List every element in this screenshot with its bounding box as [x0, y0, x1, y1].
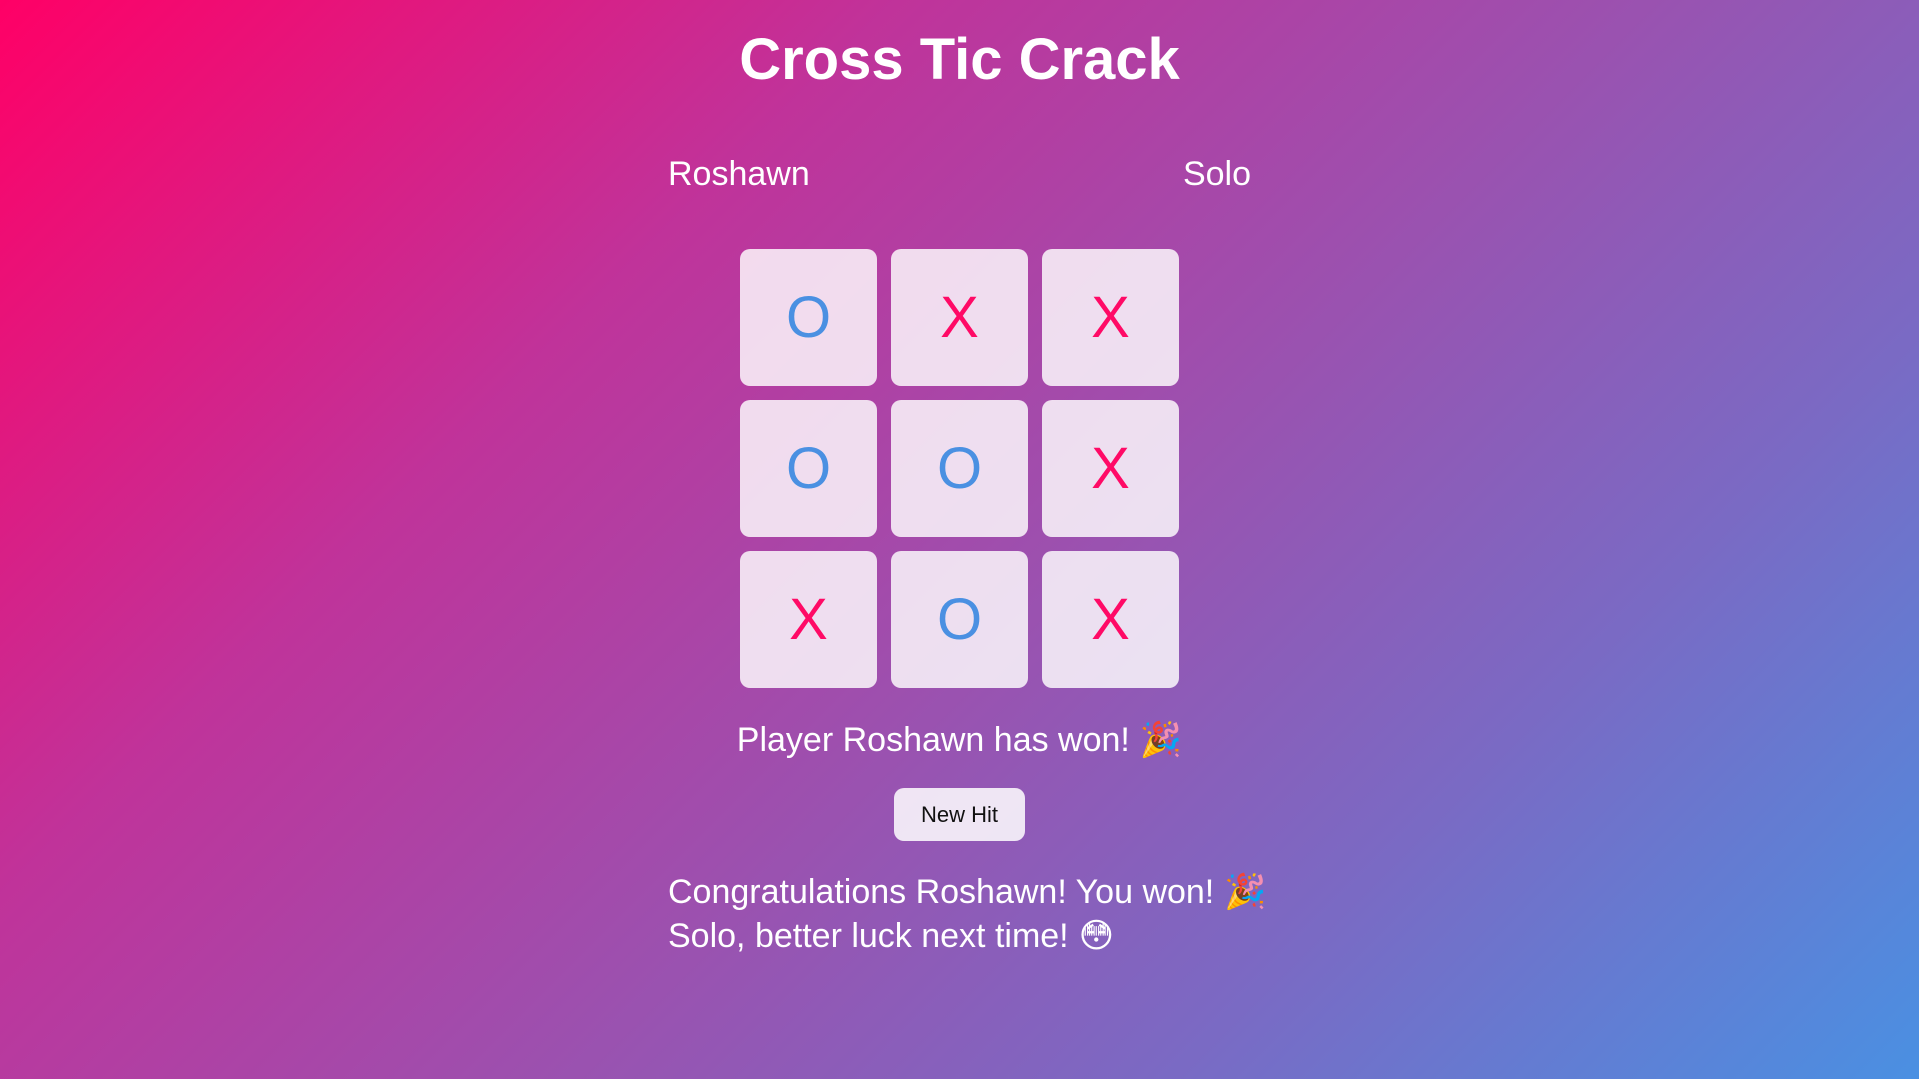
player-names: Roshawn Solo: [668, 150, 1251, 198]
game-title: Cross Tic Crack: [739, 27, 1180, 92]
loser-message: Solo, better luck next time! 😳: [668, 914, 1267, 958]
flushed-face-icon: 😳: [1078, 916, 1115, 956]
board-cell[interactable]: X: [891, 249, 1028, 386]
party-popper-icon: 🎉: [1224, 872, 1267, 912]
winner-message-text: Congratulations Roshawn! You won!: [668, 873, 1215, 911]
board-cell[interactable]: X: [1042, 400, 1179, 537]
game-board: O X X O O X X O X: [740, 249, 1180, 688]
board-cell[interactable]: O: [891, 400, 1028, 537]
winner-message: Congratulations Roshawn! You won! 🎉: [668, 870, 1267, 914]
board-cell[interactable]: O: [740, 400, 877, 537]
status-text: Player Roshawn has won!: [736, 721, 1130, 759]
player-right-name: Solo: [1182, 155, 1251, 193]
result-messages: Congratulations Roshawn! You won! 🎉 Solo,…: [668, 870, 1267, 958]
board-cell[interactable]: X: [1042, 249, 1179, 386]
board-cell[interactable]: O: [740, 249, 877, 386]
board-cell[interactable]: X: [740, 551, 877, 688]
party-popper-icon: 🎉: [1139, 720, 1183, 760]
game-status: Player Roshawn has won! 🎉: [0, 716, 1919, 764]
board-cell[interactable]: O: [891, 551, 1028, 688]
board-cell[interactable]: X: [1042, 551, 1179, 688]
new-game-button[interactable]: New Hit: [894, 788, 1025, 841]
player-left-name: Roshawn: [668, 155, 810, 193]
loser-message-text: Solo, better luck next time!: [668, 917, 1069, 955]
